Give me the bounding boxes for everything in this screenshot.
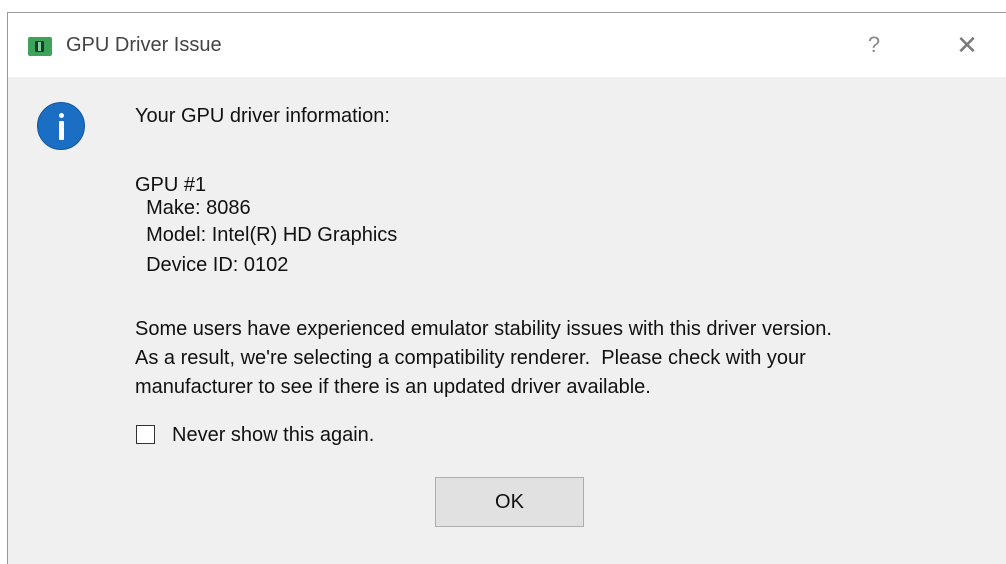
title-bar: GPU Driver Issue ? ✕ — [8, 13, 1006, 77]
gpu-make: Make: 8086 — [135, 197, 251, 219]
message-body-line: manufacturer to see if there is an updat… — [135, 376, 651, 398]
gpu-model: Model: Intel(R) HD Graphics — [135, 224, 398, 246]
message-body-line: Some users have experienced emulator sta… — [135, 318, 832, 340]
message-heading: Your GPU driver information: — [135, 105, 390, 127]
gpu-driver-dialog: GPU Driver Issue ? ✕ Your GPU driver inf… — [7, 12, 1006, 564]
never-show-again-checkbox[interactable] — [136, 425, 155, 444]
help-button[interactable]: ? — [854, 25, 894, 65]
app-icon — [28, 37, 52, 56]
never-show-again-label[interactable]: Never show this again. — [172, 423, 374, 447]
message-body-line: As a result, we're selecting a compatibi… — [135, 347, 806, 369]
gpu-device-id: Device ID: 0102 — [135, 254, 289, 276]
window-title: GPU Driver Issue — [66, 34, 222, 56]
ok-button[interactable]: OK — [435, 477, 584, 527]
info-icon — [37, 102, 85, 150]
gpu-header: GPU #1 — [135, 174, 207, 196]
close-button[interactable]: ✕ — [945, 25, 989, 65]
